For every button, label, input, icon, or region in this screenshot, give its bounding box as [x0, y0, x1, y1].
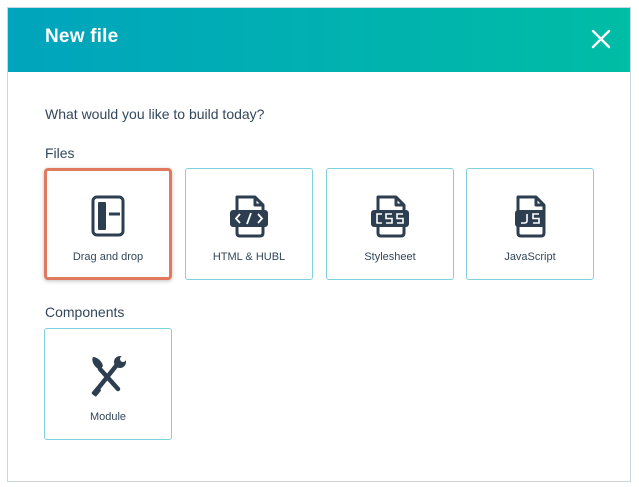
tile-label: JavaScript — [504, 251, 556, 263]
tile-label: Stylesheet — [364, 251, 416, 263]
js-file-icon — [508, 193, 552, 239]
close-icon[interactable] — [588, 26, 614, 52]
components-section-label: Components — [45, 304, 125, 320]
file-type-drag-and-drop[interactable]: Drag and drop — [44, 168, 172, 280]
tile-label: Drag and drop — [72, 251, 144, 263]
module-tools-icon — [86, 353, 130, 399]
file-type-html-hubl[interactable]: HTML & HUBL — [185, 168, 313, 280]
dialog-title: New file — [45, 26, 119, 47]
file-type-stylesheet[interactable]: Stylesheet — [326, 168, 454, 280]
file-type-javascript[interactable]: JavaScript — [466, 168, 594, 280]
html-file-icon — [227, 193, 271, 239]
component-type-module[interactable]: Module — [44, 328, 172, 440]
css-file-icon — [368, 193, 412, 239]
tile-label: Module — [89, 411, 127, 423]
drag-and-drop-layout-icon — [86, 193, 130, 239]
new-file-dialog: New file What would you like to build to… — [7, 7, 631, 482]
tile-label: HTML & HUBL — [212, 251, 286, 263]
files-section-label: Files — [45, 145, 75, 161]
dialog-header: New file — [8, 8, 630, 72]
dialog-prompt: What would you like to build today? — [45, 106, 265, 122]
